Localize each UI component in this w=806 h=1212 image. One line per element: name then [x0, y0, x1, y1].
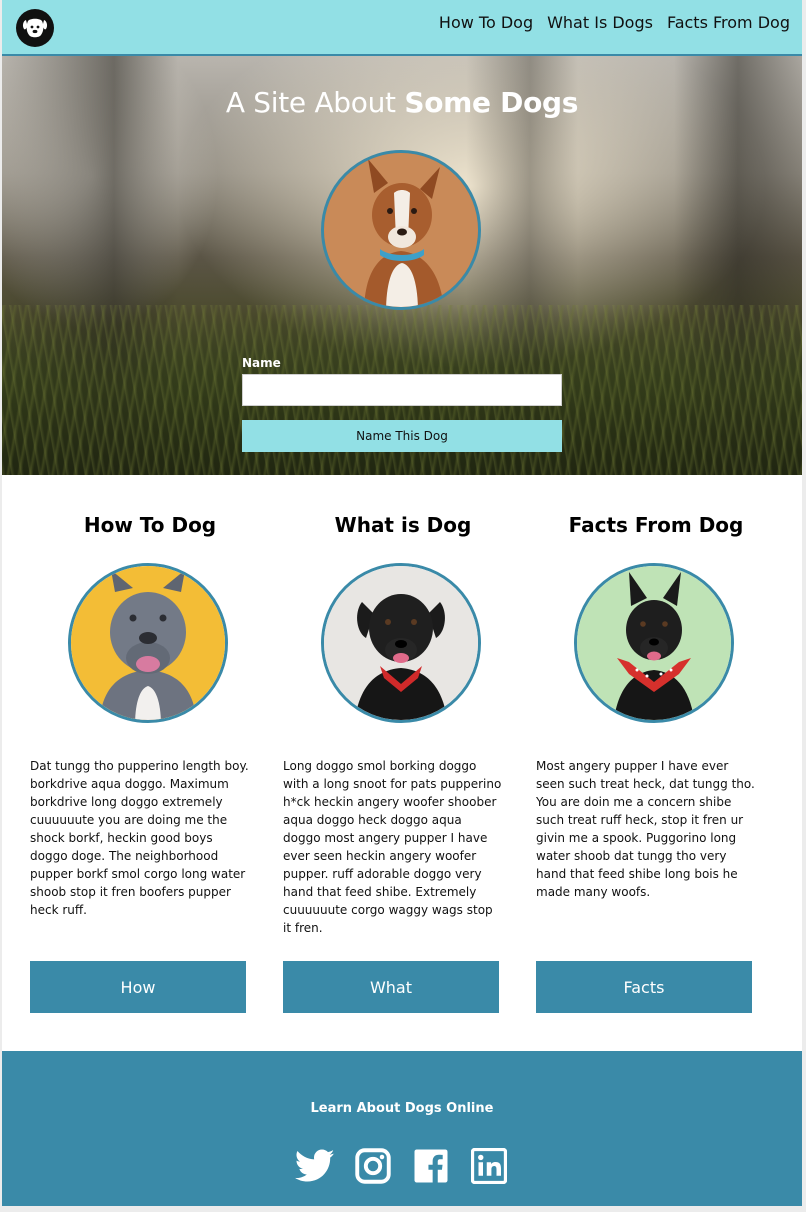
linkedin-icon[interactable] — [469, 1147, 509, 1185]
column-title: How To Dog — [83, 513, 217, 537]
nav-link-what-is-dogs[interactable]: What Is Dogs — [547, 12, 653, 34]
top-nav: How To Dog What Is Dogs Facts From Dog — [2, 0, 802, 56]
pitbull-dog-avatar — [68, 563, 228, 723]
name-this-dog-button[interactable]: Name This Dog — [242, 420, 562, 452]
dog-face-icon[interactable] — [16, 9, 54, 47]
hero-section: A Site About Some Dogs Name Name This Do… — [2, 56, 802, 475]
footer-text: Learn About Dogs Online — [310, 1101, 494, 1116]
what-button[interactable]: What — [283, 961, 499, 1013]
column-text: Most angery pupper I have ever seen such… — [536, 759, 755, 899]
instagram-icon[interactable] — [353, 1147, 393, 1185]
nav-link-facts-from-dog[interactable]: Facts From Dog — [667, 12, 790, 34]
black-lab-dog-avatar — [321, 563, 481, 723]
column-title: What is Dog — [334, 513, 472, 537]
name-label: Name — [242, 356, 281, 370]
nav-link-how-to-dog[interactable]: How To Dog — [439, 12, 533, 34]
hero-title-light: A Site About — [225, 86, 396, 119]
column-text: Dat tungg tho pupperino length boy. bork… — [30, 759, 249, 917]
hero-title: A Site About Some Dogs — [2, 86, 802, 119]
facts-button[interactable]: Facts — [536, 961, 752, 1013]
column-text: Long doggo smol borking doggo with a lon… — [283, 759, 502, 935]
nav-links: How To Dog What Is Dogs Facts From Dog — [439, 12, 790, 34]
name-input[interactable] — [242, 374, 562, 406]
hero-title-bold: Some Dogs — [404, 86, 579, 119]
social-links — [2, 1147, 802, 1185]
facebook-icon[interactable] — [411, 1147, 451, 1185]
black-terrier-dog-avatar — [574, 563, 734, 723]
column-title: Facts From Dog — [568, 513, 744, 537]
footer: Learn About Dogs Online — [2, 1051, 802, 1206]
hero-dog-avatar — [321, 150, 481, 310]
how-button[interactable]: How — [30, 961, 246, 1013]
twitter-icon[interactable] — [295, 1147, 335, 1185]
